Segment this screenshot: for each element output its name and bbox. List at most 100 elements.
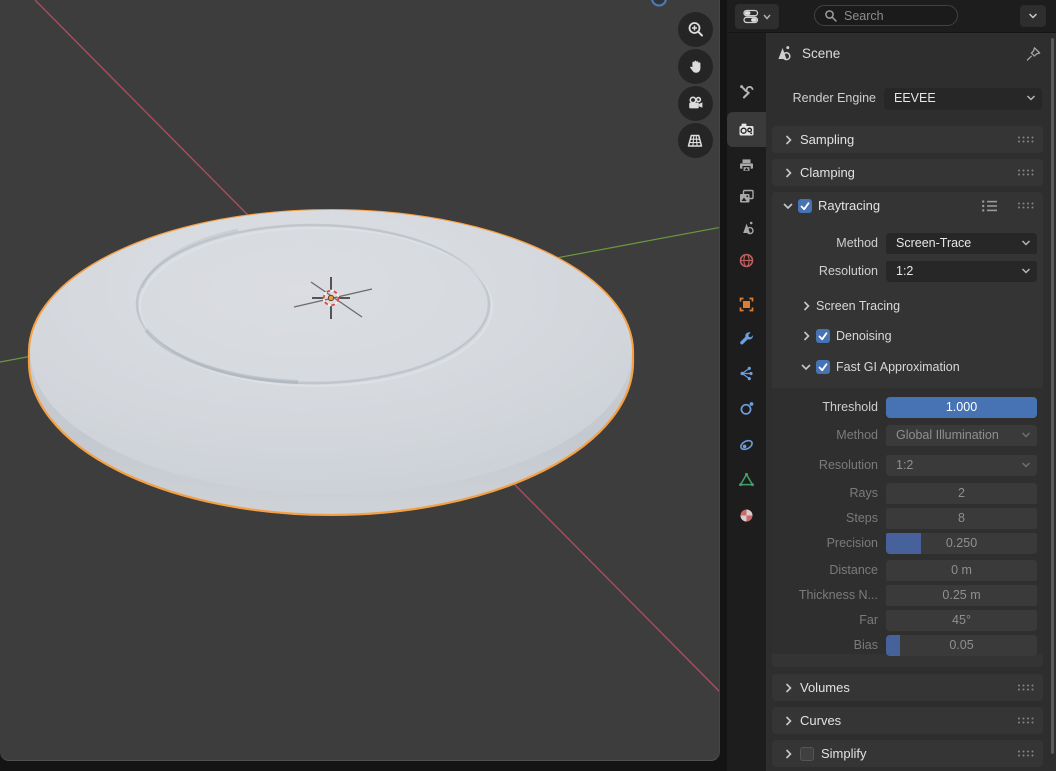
check-icon: [817, 330, 829, 342]
gi-method-label: Method: [772, 425, 878, 446]
distance-field: 0 m: [886, 560, 1037, 581]
3d-viewport[interactable]: [0, 0, 720, 761]
camera-icon: [686, 94, 706, 114]
tab-render[interactable]: [738, 121, 755, 138]
raytracing-header[interactable]: Raytracing: [772, 192, 1043, 219]
section-curves[interactable]: Curves: [772, 707, 1043, 734]
raytracing-resolution-select[interactable]: 1:2: [886, 261, 1037, 282]
drag-handle-icon[interactable]: [1017, 135, 1035, 144]
chevron-right-icon: [780, 713, 796, 729]
threshold-label: Threshold: [772, 397, 878, 418]
thickness-value: 0.25 m: [942, 588, 980, 602]
gi-method-select: Global Illumination: [886, 425, 1037, 446]
properties-header-bar: Search: [727, 0, 1056, 33]
rays-label: Rays: [772, 483, 878, 504]
options-list-icon[interactable]: [981, 199, 999, 213]
subsection-fast-gi[interactable]: Fast GI Approximation: [798, 359, 960, 375]
section-volumes[interactable]: Volumes: [772, 674, 1043, 701]
drag-handle-icon[interactable]: [1017, 168, 1035, 177]
world-icon: [738, 252, 755, 269]
render-engine-value: EEVEE: [884, 91, 936, 105]
drag-handle-icon[interactable]: [1017, 683, 1035, 692]
zoom-button[interactable]: [678, 12, 713, 47]
far-label: Far: [772, 610, 878, 631]
gi-resolution-value: 1:2: [886, 458, 913, 472]
check-icon: [817, 361, 829, 373]
fast-gi-label: Fast GI Approximation: [836, 360, 960, 374]
threshold-slider[interactable]: 1.000: [886, 397, 1037, 418]
tab-scene[interactable]: [738, 219, 755, 236]
chevron-down-icon: [762, 13, 772, 21]
chevron-down-icon: [798, 359, 814, 375]
tab-material[interactable]: [738, 507, 755, 524]
subsection-denoising[interactable]: Denoising: [798, 328, 892, 344]
camera-view-button[interactable]: [678, 86, 713, 121]
method-label: Method: [772, 233, 878, 254]
chevron-down-icon: [1020, 461, 1032, 470]
gi-resolution-label: Resolution: [772, 455, 878, 476]
chevron-down-icon: [780, 198, 796, 214]
fast-gi-checkbox[interactable]: [816, 360, 830, 374]
steps-label: Steps: [772, 508, 878, 529]
panel-scrollbar[interactable]: [1051, 38, 1054, 754]
subsection-screen-tracing[interactable]: Screen Tracing: [798, 298, 900, 314]
section-clamping[interactable]: Clamping: [772, 159, 1043, 186]
physics-icon: [738, 400, 755, 417]
raytracing-checkbox[interactable]: [798, 199, 812, 213]
far-field: 45°: [886, 610, 1037, 631]
denoising-checkbox[interactable]: [816, 329, 830, 343]
chevron-right-icon: [798, 298, 814, 314]
drag-handle-icon[interactable]: [1017, 749, 1035, 758]
chevron-down-icon: [1027, 12, 1039, 21]
section-simplify[interactable]: Simplify: [772, 740, 1043, 767]
thickness-label: Thickness N...: [772, 585, 878, 606]
properties-tab-strip: [727, 32, 766, 771]
editor-type-button[interactable]: [735, 4, 779, 29]
modifier-wrench-icon: [738, 331, 755, 348]
chevron-down-icon: [1020, 239, 1032, 248]
simplify-checkbox[interactable]: [800, 747, 814, 761]
pin-button[interactable]: [1024, 45, 1043, 69]
tab-world[interactable]: [738, 252, 755, 269]
chevron-down-icon: [1020, 431, 1032, 440]
method-value: Screen-Trace: [886, 236, 971, 250]
precision-slider: 0.250: [886, 533, 1037, 554]
screen-tracing-label: Screen Tracing: [816, 299, 900, 313]
tab-physics[interactable]: [738, 400, 755, 417]
breadcrumb-label[interactable]: Scene: [802, 46, 840, 61]
view-layer-icon: [738, 188, 755, 205]
raytracing-method-select[interactable]: Screen-Trace: [886, 233, 1037, 254]
precision-label: Precision: [772, 533, 878, 554]
search-input[interactable]: Search: [814, 5, 958, 26]
toggle-orthographic-button[interactable]: [678, 123, 713, 158]
tab-object-data[interactable]: [738, 471, 755, 488]
properties-editor-icon: [743, 8, 760, 25]
tab-output[interactable]: [738, 157, 755, 174]
tab-object[interactable]: [738, 296, 755, 313]
object-icon: [738, 296, 755, 313]
tab-constraints[interactable]: [738, 436, 755, 453]
nav-gizmo-axis: [652, 0, 666, 6]
chevron-down-icon: [1025, 94, 1037, 103]
tab-view-layer[interactable]: [738, 188, 755, 205]
raytracing-label: Raytracing: [818, 198, 880, 213]
tab-tool[interactable]: [738, 83, 755, 100]
tab-modifiers[interactable]: [738, 331, 755, 348]
panel-options-button[interactable]: [1020, 5, 1046, 27]
constraints-icon: [738, 436, 755, 453]
section-label: Clamping: [800, 165, 855, 180]
plate-object: [29, 210, 633, 515]
chevron-right-icon: [798, 328, 814, 344]
search-placeholder: Search: [844, 9, 884, 23]
render-engine-label: Render Engine: [770, 88, 876, 109]
bias-slider: 0.05: [886, 635, 1037, 656]
section-sampling[interactable]: Sampling: [772, 126, 1043, 153]
drag-handle-icon[interactable]: [1017, 716, 1035, 725]
section-label: Volumes: [800, 680, 850, 695]
scene-canvas: [0, 0, 719, 760]
tab-particles[interactable]: [738, 365, 755, 382]
drag-handle-icon[interactable]: [1017, 201, 1035, 210]
render-engine-select[interactable]: EEVEE: [884, 88, 1042, 110]
fast-gi-body: Threshold 1.000 Method Global Illuminati…: [772, 388, 1043, 654]
pan-button[interactable]: [678, 49, 713, 84]
